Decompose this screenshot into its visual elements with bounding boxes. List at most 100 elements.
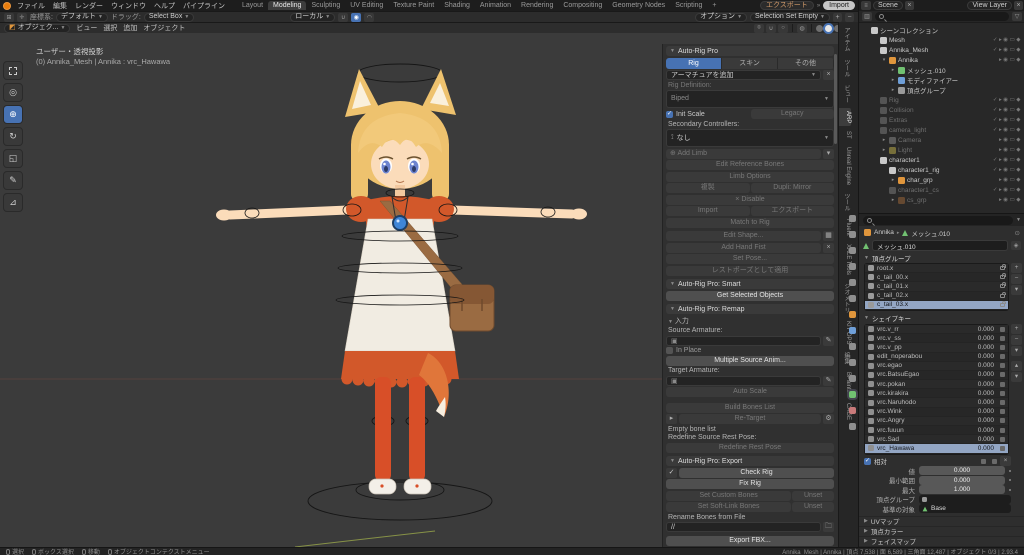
shape-key-mute-icon[interactable] [1000,326,1005,332]
visibility-toggles[interactable]: ✓▸◉▭◆ [993,167,1022,173]
arp-smart-header[interactable]: ▼ Auto-Rig Pro: Smart [666,279,834,289]
n-panel-tab[interactable]: ツール [839,190,851,214]
properties-tab-icon[interactable] [849,231,856,238]
properties-tab-icon[interactable] [849,263,856,270]
properties-tab-icon[interactable] [849,295,856,302]
options-dropdown[interactable]: オプション ▼ [695,12,748,22]
shape-grid-button[interactable]: ▦ [823,231,834,241]
source-eyedropper-icon[interactable]: ✎ [823,335,834,346]
outliner-row[interactable]: character1 ✓▸◉▭◆ [859,155,1024,165]
workspace-tab[interactable]: Sculpting [306,1,345,10]
properties-tab-icon[interactable] [849,407,856,414]
expand-icon[interactable]: ▸ [890,67,896,73]
coord-dropdown[interactable]: デフォルト ▼ [55,12,108,22]
outliner-row[interactable]: Collision ✓▸◉▭◆ [859,105,1024,115]
viewport-menu-item[interactable]: 選択 [100,23,120,33]
disable-button[interactable]: × Disable [666,194,834,205]
edit-shape-button[interactable]: Edit Shape... [666,231,821,241]
keyframe-dot-icon[interactable] [1009,479,1011,482]
value-slider[interactable]: 0.000 [919,466,1005,476]
fix-rig-button[interactable]: Fix Rig [666,479,834,489]
active-tool-icon[interactable]: ⊞ [4,12,14,22]
shape-key-value[interactable]: 0.000 [978,381,994,388]
export-fbx-button[interactable]: Export FBX... [666,535,834,546]
properties-tab-icon[interactable] [849,359,856,366]
outliner-row[interactable]: Extras ✓▸◉▭◆ [859,115,1024,125]
shape-key-mute-icon[interactable] [1000,335,1005,341]
filter-icon[interactable]: ▽ [1012,12,1022,21]
annotate-tool[interactable]: ✎ [3,171,23,190]
shape-key-value[interactable]: 0.000 [978,344,994,351]
breadcrumb-object[interactable]: Annika [874,229,894,236]
properties-tab-icon[interactable] [849,311,856,318]
check-rig-button[interactable]: Check Rig [679,467,834,478]
properties-tab-icon[interactable] [849,343,856,350]
range-min-slider[interactable]: 0.000 [919,475,1005,485]
vertex-group-row[interactable]: root.x [865,264,1008,274]
add-armature-dropdown[interactable]: アーマチュアを追加 ▼ [666,70,821,80]
relative-checkbox[interactable]: 相対 [864,456,887,466]
object-icon[interactable] [864,229,871,236]
menu-item[interactable]: 編集 [49,1,71,11]
shape-key-mute-icon[interactable] [1000,445,1005,451]
unset-soft-link-button[interactable]: Unset [792,502,834,512]
shape-key-row[interactable]: vrc.BatsuEgao 0.000 [865,370,1008,381]
outliner-row[interactable]: ▸ 頂点グループ [859,85,1024,95]
expand-icon[interactable]: ▸ [881,147,887,153]
arp-remap-header[interactable]: ▼ Auto-Rig Pro: Remap [666,304,834,314]
orientation-dropdown[interactable]: ローカル ▼ [290,12,336,22]
shape-key-mute-icon[interactable] [1000,381,1005,387]
expand-icon[interactable]: ▸ [890,197,896,203]
shape-key-value[interactable]: 0.000 [978,326,994,333]
properties-options-icon[interactable]: ▼ [1016,217,1021,223]
arp-scrollbar[interactable] [834,54,837,144]
vertex-group-specials-button[interactable]: ▾ [1011,285,1022,295]
properties-tab-icon[interactable] [849,375,856,382]
shape-key-row[interactable]: vrc.pokan 0.000 [865,380,1008,390]
properties-tab-icon[interactable] [849,215,856,222]
workspace-tab[interactable]: Animation [475,1,516,10]
shape-key-mute-icon[interactable] [1000,390,1005,396]
outliner-row[interactable]: ▸ char_grp ▸◉▭◆ [859,175,1024,185]
lock-icon[interactable] [1000,282,1006,289]
remove-shape-key-button[interactable]: − [1011,334,1022,345]
unset-custom-bones-button[interactable]: Unset [792,490,834,501]
collapsed-panel-header[interactable]: ▶ フェイスマップ [859,535,1024,546]
shape-key-value[interactable]: 0.000 [978,335,994,342]
shape-key-row[interactable]: vrc.fuuun 0.000 [865,426,1008,436]
arp-export-header[interactable]: ▼ Auto-Rig Pro: Export [666,456,834,466]
properties-tab-icon[interactable] [849,423,856,430]
shape-key-row[interactable]: vrc.v_pp 0.000 [865,343,1008,353]
drag-dropdown[interactable]: Select Box ▼ [143,12,195,22]
outliner-row[interactable]: Annika_Mesh ✓▸◉▭◆ [859,45,1024,55]
outliner-row[interactable]: camera_light ✓▸◉▭◆ [859,125,1024,135]
fake-user-icon[interactable]: ◈ [1011,241,1021,250]
expand-icon[interactable]: ▾ [881,57,887,63]
init-scale-checkbox[interactable]: Init Scale [666,109,750,119]
target-armature-field[interactable]: ▣ [666,375,821,386]
outliner-row[interactable]: ▸ Light ▸◉▭◆ [859,145,1024,155]
auto-scale-button[interactable]: Auto Scale [666,387,834,397]
visibility-toggles[interactable]: ▸◉▭◆ [999,57,1022,63]
relative-to-field[interactable]: Base [919,504,1011,514]
expand-icon[interactable]: ▸ [881,137,887,143]
range-max-slider[interactable]: 1.000 [919,485,1005,495]
arp-tab[interactable]: Rig [666,57,722,69]
collapsed-panel-header[interactable]: ▶ 頂点カラー [859,525,1024,536]
visibility-toggles[interactable]: ▸◉▭◆ [999,177,1022,183]
measure-tool[interactable]: ⊿ [3,193,23,212]
shape-key-row[interactable]: vrc.Wink 0.000 [865,407,1008,417]
visibility-toggles[interactable]: ▸◉▭◆ [999,197,1022,203]
lock-icon[interactable] [1000,273,1006,280]
limb-options-button[interactable]: Limb Options [666,171,834,182]
proportional-edit-icon[interactable]: ◉ [351,12,362,22]
dupli-mirror-button[interactable]: Dupli: Mirror [750,183,834,193]
rig-definition-dropdown[interactable]: Biped ▼ [666,90,834,108]
visibility-toggles[interactable]: ✓▸◉▭◆ [993,187,1022,193]
redefine-rest-pose-button[interactable]: Redefine Rest Pose [666,442,834,453]
shape-key-row[interactable]: vrc.Naruhodo 0.000 [865,398,1008,408]
import-button[interactable]: Import [823,1,855,10]
legacy-button[interactable]: Legacy [750,109,834,120]
outliner-row[interactable]: ▸ Camera ▸◉▭◆ [859,135,1024,145]
mode-dropdown[interactable]: ◩ オブジェク... ▼ [4,23,71,33]
